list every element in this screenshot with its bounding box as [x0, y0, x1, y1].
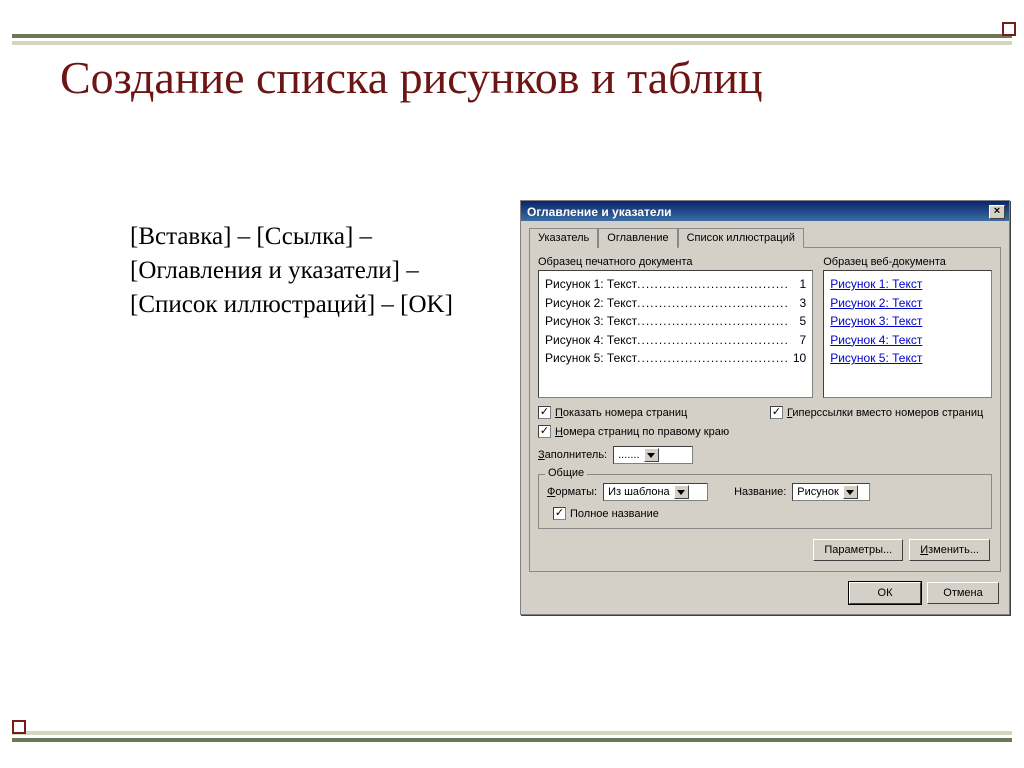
- group-general-legend: Общие: [545, 467, 587, 479]
- tab-figures[interactable]: Список иллюстраций: [678, 228, 804, 248]
- web-preview-link: Рисунок 4: Текст: [830, 331, 985, 350]
- print-preview-line: Рисунок 1: Текст........................…: [545, 275, 806, 294]
- leader-combo[interactable]: .......: [613, 446, 693, 464]
- close-button[interactable]: ×: [989, 205, 1005, 219]
- cancel-button[interactable]: Отмена: [927, 582, 999, 604]
- rule: [12, 34, 1012, 38]
- web-preview-link: Рисунок 1: Текст: [830, 275, 985, 294]
- instructions-text: [Вставка] – [Ссылка] – [Оглавления и ука…: [130, 220, 490, 321]
- dialog-title-text: Оглавление и указатели: [527, 205, 672, 219]
- checkbox-hyperlinks[interactable]: ✓ Гиперссылки вместо номеров страниц: [770, 406, 992, 419]
- checkbox-right-align-numbers[interactable]: ✓ Номера страниц по правому краю: [538, 425, 760, 438]
- ornament-square-icon: [12, 720, 26, 734]
- checkmark-icon: ✓: [553, 507, 566, 520]
- caption-label: Название:: [734, 486, 786, 498]
- checkbox-show-page-numbers[interactable]: ✓ Показать номера страниц: [538, 406, 760, 419]
- chevron-down-icon: [843, 485, 858, 499]
- checkmark-icon: ✓: [770, 406, 783, 419]
- print-preview-box: Рисунок 1: Текст........................…: [538, 270, 813, 398]
- print-preview-label: Образец печатного документа: [538, 256, 813, 268]
- web-preview-link: Рисунок 5: Текст: [830, 349, 985, 368]
- web-preview-link: Рисунок 2: Текст: [830, 294, 985, 313]
- group-general: Общие Форматы: Из шаблона Название: Рису…: [538, 474, 992, 529]
- formats-combo[interactable]: Из шаблона: [603, 483, 708, 501]
- rule: [12, 41, 1012, 45]
- rule: [12, 731, 1012, 735]
- print-preview-line: Рисунок 4: Текст........................…: [545, 331, 806, 350]
- ok-button[interactable]: ОК: [849, 582, 921, 604]
- dialog-table-of-figures: Оглавление и указатели × Указатель Оглав…: [520, 200, 1010, 615]
- formats-value: Из шаблона: [608, 486, 670, 498]
- page-title: Создание списка рисунков и таблиц: [60, 52, 984, 104]
- caption-combo[interactable]: Рисунок: [792, 483, 870, 501]
- web-preview-link: Рисунок 3: Текст: [830, 312, 985, 331]
- modify-button[interactable]: Изменить...: [909, 539, 990, 561]
- ornament-square-icon: [1002, 22, 1016, 36]
- formats-label: Форматы:: [547, 486, 597, 498]
- checkmark-icon: ✓: [538, 406, 551, 419]
- leader-label: Заполнитель:: [538, 449, 607, 461]
- checkmark-icon: ✓: [538, 425, 551, 438]
- chevron-down-icon: [674, 485, 689, 499]
- slide-frame: Создание списка рисунков и таблиц [Встав…: [0, 0, 1024, 768]
- checkbox-full-caption[interactable]: ✓ Полное название: [553, 507, 659, 520]
- tab-index[interactable]: Указатель: [529, 228, 598, 248]
- dialog-titlebar: Оглавление и указатели ×: [521, 201, 1009, 221]
- chevron-down-icon: [644, 448, 659, 462]
- close-icon: ×: [994, 205, 1000, 217]
- caption-value: Рисунок: [797, 486, 839, 498]
- full-caption-label: Полное название: [570, 508, 659, 520]
- options-button[interactable]: Параметры...: [813, 539, 903, 561]
- tab-panel-figures: Образец печатного документа Рисунок 1: Т…: [529, 247, 1001, 572]
- tab-toc[interactable]: Оглавление: [598, 228, 677, 248]
- web-preview-box: Рисунок 1: ТекстРисунок 2: ТекстРисунок …: [823, 270, 992, 398]
- leader-value: .......: [618, 449, 639, 461]
- tabstrip: Указатель Оглавление Список иллюстраций: [529, 227, 1001, 247]
- print-preview-line: Рисунок 2: Текст........................…: [545, 294, 806, 313]
- web-preview-label: Образец веб-документа: [823, 256, 992, 268]
- print-preview-line: Рисунок 5: Текст........................…: [545, 349, 806, 368]
- rule: [12, 738, 1012, 742]
- print-preview-line: Рисунок 3: Текст........................…: [545, 312, 806, 331]
